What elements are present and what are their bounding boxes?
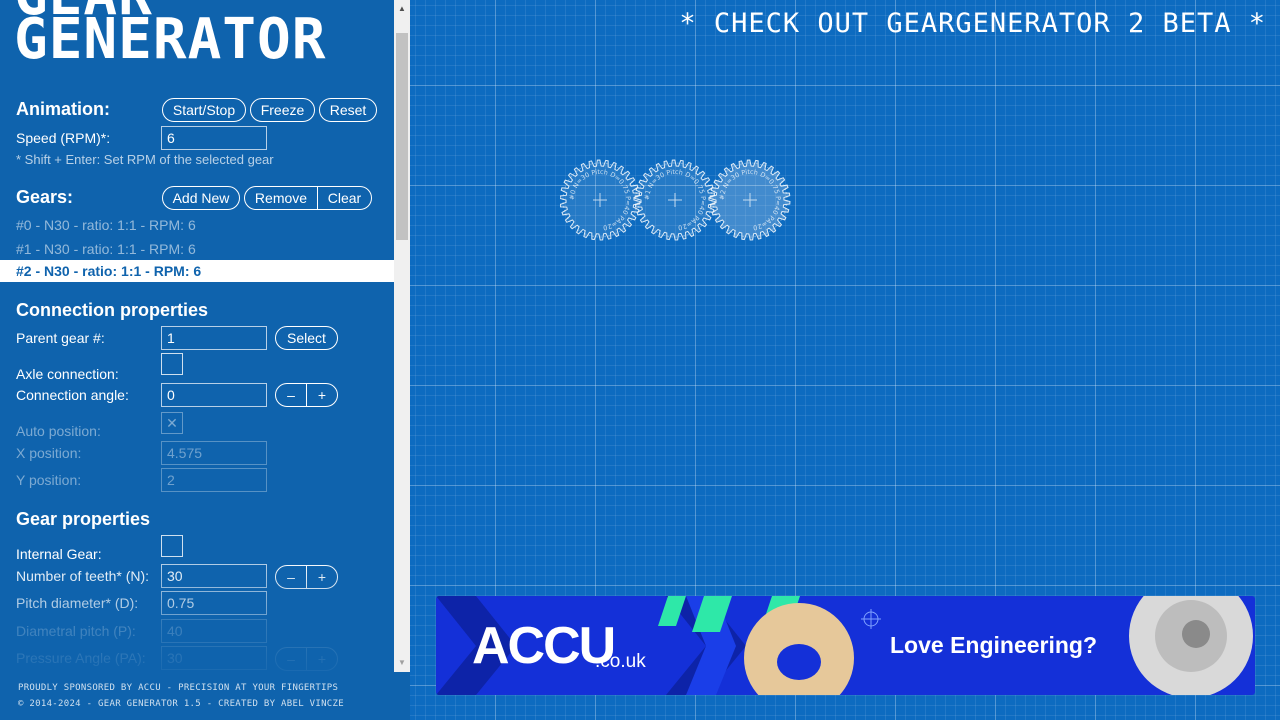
pitch-diameter-label: Pitch diameter* (D): (16, 595, 139, 611)
gear-list-item[interactable]: #0 - N30 - ratio: 1:1 - RPM: 6 (0, 214, 394, 236)
angle-stepper: – + (275, 383, 338, 407)
logo-line-2: GENERATOR (14, 7, 327, 72)
footer-sponsor: PROUDLY SPONSORED BY ACCU - PRECISION AT… (18, 683, 339, 693)
pa-increment-button: + (317, 651, 327, 667)
gear-properties-heading: Gear properties (16, 509, 151, 529)
parent-gear-label: Parent gear #: (16, 330, 105, 346)
teeth-stepper: – + (275, 565, 338, 589)
scroll-up-arrow-icon[interactable]: ▲ (394, 0, 410, 18)
teeth-increment-button[interactable]: + (307, 566, 337, 588)
add-gear-button[interactable]: Add New (162, 186, 240, 210)
sidebar: GEAR GENERATOR Animation: Start/Stop Fre… (0, 0, 394, 672)
y-position-label: Y position: (16, 472, 82, 488)
clear-gears-button[interactable]: Clear (318, 187, 371, 209)
footer: PROUDLY SPONSORED BY ACCU - PRECISION AT… (18, 680, 344, 712)
canvas-gear[interactable]: #0 N=30 Pitch D=0.75 P=40 PA=20 (560, 159, 641, 241)
freeze-button[interactable]: Freeze (250, 98, 315, 122)
x-position-input (161, 441, 267, 465)
teeth-label: Number of teeth* (N): (16, 568, 150, 584)
internal-gear-label: Internal Gear: (16, 546, 102, 562)
axle-connection-label: Axle connection: (16, 366, 119, 382)
speed-label: Speed (RPM)*: (16, 130, 111, 146)
connection-heading: Connection properties (16, 300, 209, 320)
x-position-label: X position: (16, 445, 82, 461)
angle-decrement-button[interactable]: – (276, 384, 307, 406)
diametral-pitch-label: Diametral pitch (P): (16, 623, 136, 639)
speed-hint: * Shift + Enter: Set RPM of the selected… (16, 152, 274, 167)
scroll-thumb[interactable] (396, 33, 408, 240)
ad-domain: .co.uk (595, 651, 646, 672)
connection-angle-label: Connection angle: (16, 387, 129, 403)
auto-position-label: Auto position: (16, 423, 101, 439)
diametral-pitch-input (161, 619, 267, 643)
pressure-angle-stepper: – + (275, 647, 338, 671)
ad-brand: ACCU (472, 617, 616, 675)
footer-copyright: © 2014-2024 - GEAR GENERATOR 1.5 - CREAT… (18, 699, 344, 709)
reset-button[interactable]: Reset (319, 98, 377, 122)
teeth-input[interactable] (161, 564, 267, 588)
pressure-angle-label: Pressure Angle (PA): (16, 650, 146, 666)
auto-position-checkbox: ✕ (161, 412, 183, 434)
gear-list-item[interactable]: #1 - N30 - ratio: 1:1 - RPM: 6 (0, 238, 394, 260)
select-parent-button[interactable]: Select (275, 326, 338, 350)
scroll-down-arrow-icon[interactable]: ▼ (394, 654, 410, 672)
canvas-gear[interactable]: #1 N=30 Pitch D=0.75 P=40 PA=20 (634, 159, 716, 241)
remove-gear-button[interactable]: Remove (245, 187, 318, 209)
gears-heading: Gears: (16, 187, 74, 207)
sidebar-scrollbar[interactable]: ▲ ▼ (394, 0, 410, 672)
pitch-diameter-input[interactable] (161, 591, 267, 615)
speed-input[interactable] (161, 126, 267, 150)
internal-gear-checkbox[interactable] (161, 535, 183, 557)
parent-gear-input[interactable] (161, 326, 267, 350)
ad-banner[interactable]: ACCU .co.uk Love Engineering? (436, 596, 1255, 695)
ad-tagline: Love Engineering? (890, 632, 1098, 658)
pa-decrement-button: – (276, 648, 307, 670)
gear-assembly[interactable]: #0 N=30 Pitch D=0.75 P=40 PA=20#1 N=30 P… (560, 150, 820, 250)
canvas-gear[interactable]: #2 N=30 Pitch D=0.75 P=40 PA=20 (709, 159, 791, 241)
gear-list-item-selected[interactable]: #2 - N30 - ratio: 1:1 - RPM: 6 (0, 260, 394, 282)
connection-angle-input[interactable] (161, 383, 267, 407)
pressure-angle-input (161, 646, 267, 670)
start-stop-button[interactable]: Start/Stop (162, 98, 246, 122)
teeth-decrement-button[interactable]: – (276, 566, 307, 588)
angle-increment-button[interactable]: + (307, 384, 337, 406)
gear-remove-clear-group: Remove Clear (244, 186, 372, 210)
promo-banner[interactable]: * CHECK OUT GEARGENERATOR 2 BETA * (679, 8, 1266, 39)
axle-connection-checkbox[interactable] (161, 353, 183, 375)
y-position-input (161, 468, 267, 492)
animation-heading: Animation: (16, 99, 110, 119)
